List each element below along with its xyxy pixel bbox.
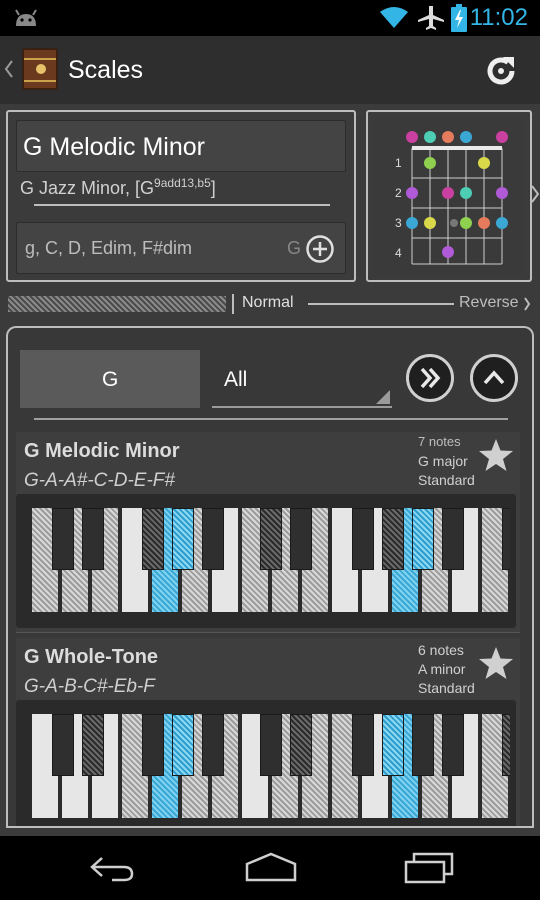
filter-divider — [34, 418, 508, 420]
chord-info: G Jazz Minor, [G9add13,b5] — [20, 176, 216, 199]
scale-item-notes: G-A-B-C#-Eb-F — [24, 676, 155, 697]
toggle-line — [308, 303, 454, 305]
chord-list-box[interactable]: ɡ, C, D, Edim, F#dim G — [16, 222, 346, 274]
expand-right-icon[interactable] — [530, 184, 540, 204]
piano-key — [290, 508, 312, 570]
clock: 11:02 — [469, 4, 528, 31]
list-bottom-border — [6, 824, 534, 828]
mode-toggle: Normal Reverse — [0, 288, 540, 320]
scale-item-relative: G major — [418, 453, 468, 469]
piano-key — [352, 714, 374, 776]
toggle-divider — [232, 294, 234, 314]
next-scale-button[interactable] — [406, 354, 454, 402]
status-bar: 11:02 — [0, 0, 540, 36]
scale-item-name: G Whole-Tone — [24, 646, 159, 668]
guitar-icon — [22, 48, 58, 90]
piano-keys — [32, 714, 510, 818]
chord-info-suffix: ] — [210, 178, 216, 198]
home-icon[interactable] — [244, 852, 298, 882]
recents-icon[interactable] — [404, 852, 454, 884]
piano-key — [202, 714, 224, 776]
piano-key — [502, 508, 510, 570]
piano-key — [172, 508, 194, 570]
collapse-button[interactable] — [470, 354, 518, 402]
fret-number: 2 — [395, 186, 402, 200]
chord-list: ɡ, C, D, Edim, F#dim — [25, 238, 193, 258]
refresh-icon[interactable] — [484, 54, 518, 88]
piano-key — [52, 714, 74, 776]
chord-list-end: G — [287, 238, 302, 258]
piano-key — [290, 714, 312, 776]
back-icon[interactable] — [88, 854, 136, 882]
piano-key — [382, 508, 404, 570]
piano-key — [412, 508, 434, 570]
piano-key — [502, 714, 510, 776]
fret-number: 1 — [395, 156, 402, 170]
normal-toggle[interactable]: Normal — [242, 294, 294, 312]
scale-type-dropdown[interactable]: All — [212, 350, 392, 408]
scale-item-count: 6 notes — [418, 642, 464, 658]
chord-panel: G Melodic Minor G Jazz Minor, [G9add13,b… — [6, 110, 356, 282]
fretboard-diagram — [372, 118, 522, 276]
root-note-selector[interactable]: G — [20, 350, 200, 408]
scale-list-item[interactable]: G Melodic Minor G-A-A#-C-D-E-F# 7 notes … — [16, 432, 520, 633]
toggle-track-hatched — [8, 296, 226, 312]
scale-item-relative: A minor — [418, 661, 466, 677]
scale-item-count: 7 notes — [418, 434, 461, 449]
scale-name-box[interactable]: G Melodic Minor — [16, 120, 346, 172]
scale-type-value: All — [224, 368, 248, 391]
piano-keys — [32, 508, 510, 612]
piano-key — [142, 714, 164, 776]
piano-key — [82, 714, 104, 776]
piano-key — [352, 508, 374, 570]
star-icon[interactable] — [478, 646, 514, 680]
android-icon — [15, 9, 37, 26]
fast-forward-icon — [420, 367, 441, 389]
chord-info-prefix: G Jazz Minor, [G — [20, 178, 155, 198]
reverse-toggle[interactable]: Reverse — [459, 294, 519, 312]
dropdown-triangle-icon — [376, 390, 390, 404]
fret-number: 3 — [395, 216, 402, 230]
navigation-bar — [0, 836, 540, 900]
scale-name: G Melodic Minor — [23, 133, 205, 161]
chevron-left-icon — [4, 60, 13, 78]
piano-key — [442, 508, 464, 570]
chevron-up-icon — [483, 370, 505, 385]
chord-info-underline — [34, 204, 330, 206]
wifi-icon — [380, 7, 408, 28]
piano-key — [382, 714, 404, 776]
star-icon[interactable] — [478, 438, 514, 472]
fretboard-panel[interactable]: 1 2 3 4 — [366, 110, 532, 282]
piano-keyboard — [16, 700, 516, 828]
scale-item-tuning: Standard — [418, 472, 475, 488]
plus-circle-icon[interactable] — [305, 234, 335, 264]
fret-number: 4 — [395, 246, 402, 260]
piano-key — [172, 714, 194, 776]
scale-item-notes: G-A-A#-C-D-E-F# — [24, 470, 175, 491]
battery-charging-icon — [451, 4, 467, 32]
action-bar: Scales — [0, 36, 540, 104]
root-note-value: G — [102, 368, 119, 391]
up-navigation[interactable] — [0, 36, 62, 104]
scale-item-name: G Melodic Minor — [24, 440, 180, 462]
piano-keyboard — [16, 494, 516, 628]
chevron-right-icon — [524, 297, 531, 311]
piano-key — [142, 508, 164, 570]
scale-list-item[interactable]: G Whole-Tone G-A-B-C#-Eb-F 6 notes A min… — [16, 638, 520, 828]
piano-key — [52, 508, 74, 570]
piano-key — [442, 714, 464, 776]
airplane-icon — [418, 6, 444, 30]
list-panel: G All G Melodic Minor G-A-A#-C-D-E-F# 7 … — [6, 326, 534, 828]
piano-key — [412, 714, 434, 776]
piano-key — [82, 508, 104, 570]
piano-key — [260, 508, 282, 570]
piano-key — [202, 508, 224, 570]
scale-item-tuning: Standard — [418, 680, 475, 696]
piano-key — [260, 714, 282, 776]
page-title: Scales — [68, 56, 144, 84]
chord-info-superscript: 9add13,b5 — [154, 176, 211, 190]
